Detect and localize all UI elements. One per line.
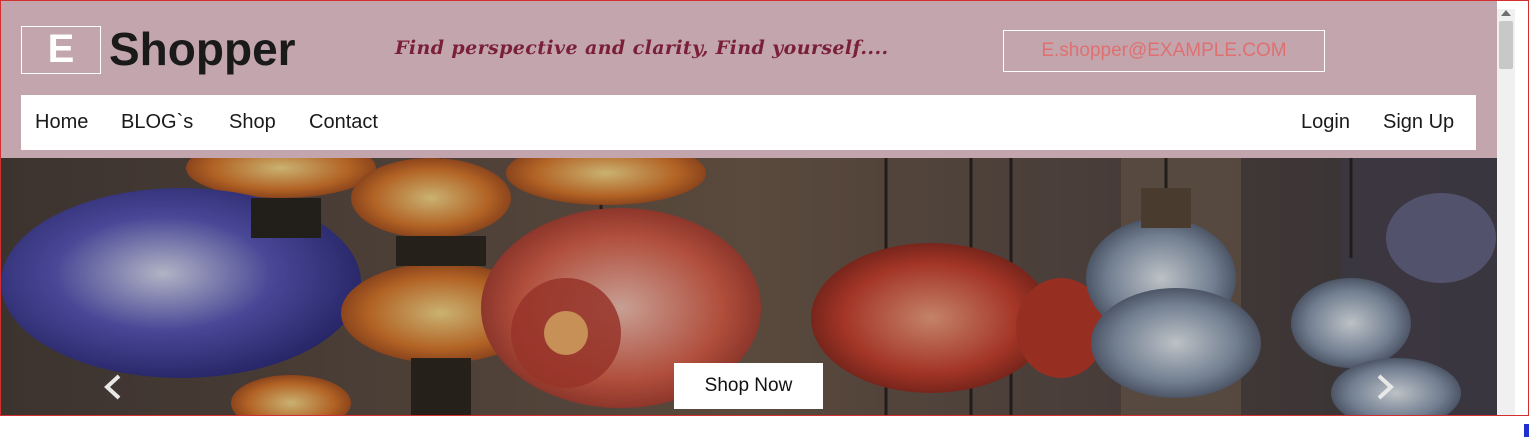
scroll-up-icon[interactable] — [1501, 10, 1511, 16]
nav-login[interactable]: Login — [1301, 95, 1350, 150]
nav-contact[interactable]: Contact — [309, 95, 378, 150]
corner-marker — [1524, 424, 1529, 437]
nav-home[interactable]: Home — [35, 95, 88, 150]
page-frame: E Shopper Find perspective and clarity, … — [0, 0, 1529, 416]
shop-now-button[interactable]: Shop Now — [674, 363, 823, 409]
contact-email[interactable]: E.shopper@EXAMPLE.COM — [1003, 30, 1325, 72]
site-title[interactable]: Shopper — [109, 23, 296, 75]
site-header: E Shopper Find perspective and clarity, … — [1, 1, 1497, 158]
nav-sign-up[interactable]: Sign Up — [1383, 95, 1454, 150]
chevron-right-icon[interactable] — [1365, 372, 1405, 402]
chevron-left-icon[interactable] — [93, 372, 133, 402]
nav-shop[interactable]: Shop — [229, 95, 276, 150]
vertical-scrollbar[interactable] — [1497, 9, 1515, 415]
tagline: Find perspective and clarity, Find yours… — [395, 37, 889, 59]
logo-mark[interactable]: E — [21, 26, 101, 74]
nav-blogs[interactable]: BLOG`s — [121, 95, 193, 150]
main-nav: Home BLOG`s Shop Contact Login Sign Up — [21, 95, 1476, 150]
scrollbar-thumb[interactable] — [1499, 21, 1513, 69]
